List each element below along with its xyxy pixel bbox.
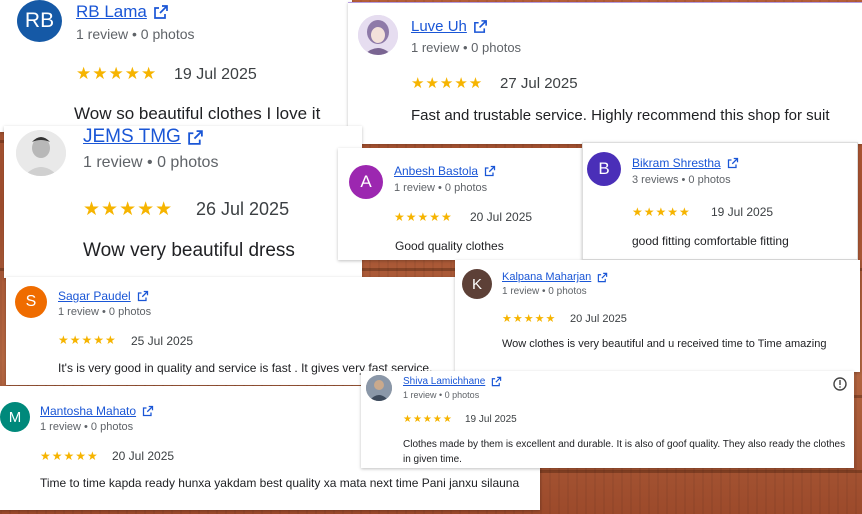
- review-meta: 1 review • 0 photos: [403, 390, 480, 400]
- avatar: K: [462, 269, 492, 299]
- avatar-photo: [16, 130, 66, 176]
- external-link-icon: [492, 376, 502, 387]
- review-card-shiva-lamichhane: Shiva Lamichhane 1 review • 0 photos ★★★…: [361, 371, 854, 468]
- review-text: Wow very beautiful dress: [83, 240, 295, 261]
- reviewer-name-link[interactable]: Bikram Shrestha: [632, 156, 739, 170]
- review-meta: 3 reviews • 0 photos: [632, 174, 731, 186]
- star-rating: ★★★★★: [40, 449, 99, 463]
- review-text: Time to time kapda ready hunxa yakdam be…: [40, 476, 520, 490]
- star-rating: ★★★★★: [502, 313, 557, 325]
- review-meta: 1 review • 0 photos: [83, 154, 219, 171]
- reviewer-name-link[interactable]: JEMS TMG: [83, 126, 204, 148]
- review-text: Clothes made by them is excellent and du…: [403, 439, 846, 465]
- review-text: Wow so beautiful clothes I love it: [74, 104, 321, 123]
- reviewer-name-link[interactable]: Shiva Lamichhane: [403, 376, 502, 387]
- avatar: S: [15, 286, 47, 318]
- reviewer-name-link[interactable]: Luve Uh: [411, 18, 488, 35]
- reviewer-name: Bikram Shrestha: [632, 156, 721, 170]
- review-date: 26 Jul 2025: [196, 199, 290, 219]
- review-text: good fitting comfortable fitting: [632, 234, 789, 248]
- review-date: 20 Jul 2025: [470, 210, 533, 224]
- avatar: A: [349, 165, 383, 199]
- star-rating: ★★★★★: [632, 205, 691, 219]
- review-date: 27 Jul 2025: [500, 75, 578, 92]
- review-card-luve-uh: Luve Uh 1 review • 0 photos ★★★★★ 27 Jul…: [348, 2, 862, 144]
- review-meta: 1 review • 0 photos: [411, 40, 522, 55]
- review-card-jems-tmg: JEMS TMG 1 review • 0 photos ★★★★★ 26 Ju…: [4, 126, 362, 278]
- external-link-icon: [154, 5, 168, 19]
- external-link-icon: [727, 157, 738, 169]
- reviewer-name: Anbesh Bastola: [394, 164, 479, 178]
- reviewer-name-link[interactable]: Kalpana Maharjan: [502, 271, 608, 283]
- review-meta: 1 review • 0 photos: [502, 286, 587, 297]
- review-meta: 1 review • 0 photos: [40, 421, 134, 433]
- external-link-icon: [598, 272, 608, 282]
- star-rating: ★★★★★: [403, 414, 453, 425]
- external-link-icon: [188, 129, 203, 145]
- external-link-icon: [142, 405, 154, 417]
- info-icon[interactable]: [833, 377, 847, 391]
- review-card-bikram-shrestha: B Bikram Shrestha 3 reviews • 0 photos ★…: [582, 142, 858, 260]
- reviewer-name-link[interactable]: Mantosha Mahato: [40, 404, 154, 418]
- star-rating: ★★★★★: [76, 64, 158, 83]
- avatar-photo: [358, 15, 398, 55]
- star-rating: ★★★★★: [394, 210, 453, 224]
- avatar-photo: [366, 375, 392, 401]
- review-text: Fast and trustable service. Highly recom…: [411, 107, 830, 124]
- review-text: Wow clothes is very beautiful and u rece…: [502, 338, 827, 350]
- avatar: RB: [17, 0, 62, 42]
- reviewer-name: Sagar Paudel: [58, 289, 131, 303]
- reviewer-name: Kalpana Maharjan: [502, 271, 592, 283]
- review-card-kalpana-maharjan: K Kalpana Maharjan 1 review • 0 photos ★…: [455, 260, 860, 372]
- reviewer-name: Mantosha Mahato: [40, 404, 137, 418]
- review-text: Good quality clothes: [395, 239, 504, 253]
- review-meta: 1 review • 0 photos: [58, 306, 152, 318]
- reviewer-name: RB Lama: [76, 2, 147, 21]
- avatar: M: [0, 402, 30, 432]
- reviewer-name: JEMS TMG: [83, 126, 181, 147]
- external-link-icon: [137, 290, 148, 302]
- review-date: 19 Jul 2025: [711, 205, 774, 219]
- star-rating: ★★★★★: [411, 75, 484, 92]
- external-link-icon: [473, 20, 487, 33]
- external-link-icon: [484, 165, 496, 177]
- review-meta: 1 review • 0 photos: [76, 26, 195, 42]
- reviewer-name: Luve Uh: [411, 18, 467, 35]
- review-meta: 1 review • 0 photos: [394, 182, 488, 194]
- reviewer-name: Shiva Lamichhane: [403, 376, 486, 387]
- review-date: 25 Jul 2025: [131, 334, 194, 348]
- star-rating: ★★★★★: [58, 333, 117, 347]
- avatar: B: [587, 152, 621, 186]
- review-card-sagar-paudel: S Sagar Paudel 1 review • 0 photos ★★★★★…: [6, 277, 456, 385]
- review-card-rb-lama: RB RB Lama 1 review • 0 photos ★★★★★ 19 …: [0, 0, 352, 132]
- reviewer-name-link[interactable]: Sagar Paudel: [58, 289, 149, 303]
- review-card-anbesh-bastola: A Anbesh Bastola 1 review • 0 photos ★★★…: [338, 148, 600, 260]
- review-date: 20 Jul 2025: [112, 449, 175, 463]
- review-date: 20 Jul 2025: [570, 313, 627, 325]
- review-date: 19 Jul 2025: [174, 66, 257, 83]
- review-date: 19 Jul 2025: [465, 414, 517, 425]
- star-rating: ★★★★★: [83, 199, 174, 220]
- reviewer-name-link[interactable]: Anbesh Bastola: [394, 164, 496, 178]
- reviewer-name-link[interactable]: RB Lama: [76, 2, 169, 22]
